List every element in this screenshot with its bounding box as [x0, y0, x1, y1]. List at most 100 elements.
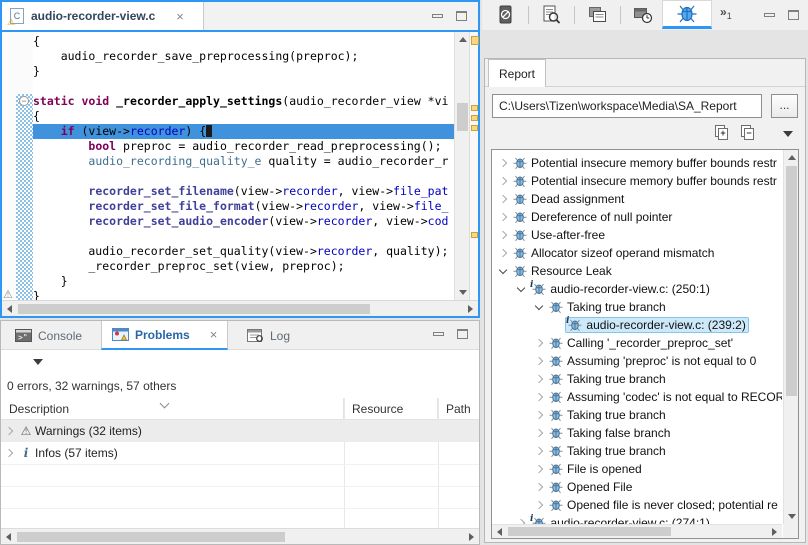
tree-node[interactable]: Dead assignment [511, 192, 627, 206]
scroll-down-arrow[interactable] [459, 290, 467, 295]
code-line[interactable]: _recorder_preproc_set(view, preproc); [33, 259, 454, 274]
minimize-button[interactable] [429, 327, 447, 341]
tree-node[interactable]: Assuming 'preproc' is not equal to 0 [547, 354, 759, 368]
report-tree-item[interactable]: Dereference of null pointer [493, 208, 782, 226]
chevron-right-icon[interactable] [531, 448, 547, 454]
column-header-description[interactable]: Description [1, 398, 344, 420]
tab-problems[interactable]: Problems × [101, 321, 228, 350]
warning-mark[interactable] [471, 115, 478, 121]
scroll-left-arrow[interactable] [6, 533, 11, 541]
report-tree-item[interactable]: Assuming 'codec' is not equal to RECOR [493, 388, 782, 406]
chevron-right-icon[interactable] [531, 484, 547, 490]
report-tree-item[interactable]: Taking false branch [493, 424, 782, 442]
chevron-down-icon[interactable] [495, 269, 511, 273]
report-tree-item[interactable]: Resource Leak [493, 262, 782, 280]
scrollbar-thumb[interactable] [17, 532, 285, 542]
report-tree-item[interactable]: Taking true branch [493, 406, 782, 424]
column-header-resource[interactable]: Resource [344, 398, 438, 420]
view-menu-button[interactable] [33, 359, 43, 365]
tree-horizontal-scrollbar[interactable] [492, 524, 782, 538]
chevron-right-icon[interactable] [531, 394, 547, 400]
scroll-right-arrow[interactable] [772, 528, 777, 536]
editor-tab[interactable]: C ⚠ audio-recorder-view.c × [2, 2, 204, 30]
code-line[interactable]: } [33, 274, 454, 289]
overview-status-square[interactable] [471, 36, 479, 45]
close-problems-tab-button[interactable]: × [210, 327, 218, 342]
close-editor-tab-button[interactable]: × [176, 9, 184, 24]
scroll-down-arrow[interactable] [788, 514, 796, 519]
editor-horizontal-scrollbar[interactable] [2, 300, 478, 316]
code-line[interactable]: { [33, 109, 454, 124]
tree-node[interactable]: Taking false branch [547, 426, 673, 440]
problems-group-warnings[interactable]: ⚠ Warnings (32 items) [1, 420, 479, 442]
editor-vertical-scrollbar[interactable] [454, 32, 469, 300]
selected-tree-node[interactable]: iaudio-recorder-view.c: (239:2) [565, 317, 749, 333]
tree-node[interactable]: Potential insecure memory buffer bounds … [511, 156, 780, 170]
window-history-button[interactable] [628, 3, 658, 27]
code-text[interactable]: { audio_recorder_save_preprocessing(prep… [33, 32, 454, 300]
scrollbar-thumb[interactable] [508, 527, 671, 536]
report-tree-item[interactable]: File is opened [493, 460, 782, 478]
chevron-right-icon[interactable] [531, 430, 547, 436]
collapse-all-button[interactable]: − [741, 125, 765, 145]
report-tree-item[interactable]: Allocator sizeof operand mismatch [493, 244, 782, 262]
inspect-document-button[interactable] [536, 3, 566, 27]
code-line[interactable]: audio_recorder_set_quality(view->recorde… [33, 244, 454, 259]
tree-node[interactable]: Assuming 'codec' is not equal to RECOR [547, 390, 782, 404]
report-tree-item[interactable]: Use-after-free [493, 226, 782, 244]
report-tree-item[interactable]: Taking true branch [493, 370, 782, 388]
maximize-button[interactable] [452, 9, 470, 23]
duplicate-view-button[interactable] [582, 3, 612, 27]
report-tree-item[interactable]: Potential insecure memory buffer bounds … [493, 172, 782, 190]
tree-node[interactable]: Calling '_recorder_preproc_set' [547, 336, 736, 350]
tree-vertical-scrollbar[interactable] [783, 150, 798, 524]
column-header-path[interactable]: Path [438, 398, 479, 420]
report-tree-item[interactable]: Opened file is never closed; potential r… [493, 496, 782, 514]
report-tree-item[interactable]: Taking true branch [493, 298, 782, 316]
code-line[interactable]: } [33, 64, 454, 79]
code-line[interactable]: recorder_set_file_format(view->recorder,… [33, 199, 454, 214]
chevron-right-icon[interactable] [531, 466, 547, 472]
tab-log[interactable]: Log [237, 321, 300, 350]
code-line[interactable] [33, 229, 454, 244]
chevron-right-icon[interactable] [495, 214, 511, 220]
tree-node[interactable]: Resource Leak [511, 264, 615, 278]
chevron-right-icon[interactable] [531, 340, 547, 346]
code-line[interactable]: { [33, 34, 454, 49]
maximize-button[interactable] [784, 8, 802, 22]
chevron-right-icon[interactable] [531, 358, 547, 364]
chevron-right-icon[interactable] [495, 178, 511, 184]
code-line[interactable]: audio_recording_quality_e quality = audi… [33, 154, 454, 169]
tree-node[interactable]: Opened file is never closed; potential r… [547, 498, 781, 512]
chevron-right-icon[interactable] [531, 502, 547, 508]
chevron-down-icon[interactable] [531, 305, 547, 309]
chevron-right-icon[interactable] [1, 428, 17, 434]
code-line[interactable] [33, 169, 454, 184]
connect-device-button[interactable] [490, 3, 520, 27]
scrollbar-thumb[interactable] [786, 166, 797, 396]
code-line[interactable]: recorder_set_filename(view->recorder, vi… [33, 184, 454, 199]
scroll-left-arrow[interactable] [7, 305, 12, 313]
editor-gutter[interactable]: − ⚠ [2, 32, 33, 300]
code-line[interactable]: static void _recorder_apply_settings(aud… [33, 94, 454, 109]
chevron-right-icon[interactable] [495, 232, 511, 238]
scroll-right-arrow[interactable] [469, 533, 474, 541]
chevron-right-icon[interactable] [531, 412, 547, 418]
minimize-button[interactable] [428, 9, 446, 23]
code-line[interactable]: recorder_set_audio_encoder(view->recorde… [33, 214, 454, 229]
report-tree-item[interactable]: Opened File [493, 478, 782, 496]
warning-mark[interactable] [471, 105, 478, 111]
scroll-left-arrow[interactable] [497, 528, 502, 536]
chevron-right-icon[interactable] [495, 250, 511, 256]
tree-node[interactable]: Taking true branch [547, 444, 669, 458]
maximize-button[interactable] [453, 327, 471, 341]
scroll-up-arrow[interactable] [788, 155, 796, 160]
overview-ruler[interactable] [469, 32, 478, 300]
code-line[interactable]: if (view->recorder) { [33, 124, 454, 139]
scroll-right-arrow[interactable] [468, 305, 473, 313]
report-path-input[interactable] [492, 94, 762, 118]
report-tree-item[interactable]: Taking true branch [493, 442, 782, 460]
code-line[interactable]: bool preproc = audio_recorder_read_prepr… [33, 139, 454, 154]
report-tree-item[interactable]: iaudio-recorder-view.c: (274:1) [493, 514, 782, 524]
report-tree-item[interactable]: iaudio-recorder-view.c: (239:2) [493, 316, 782, 334]
